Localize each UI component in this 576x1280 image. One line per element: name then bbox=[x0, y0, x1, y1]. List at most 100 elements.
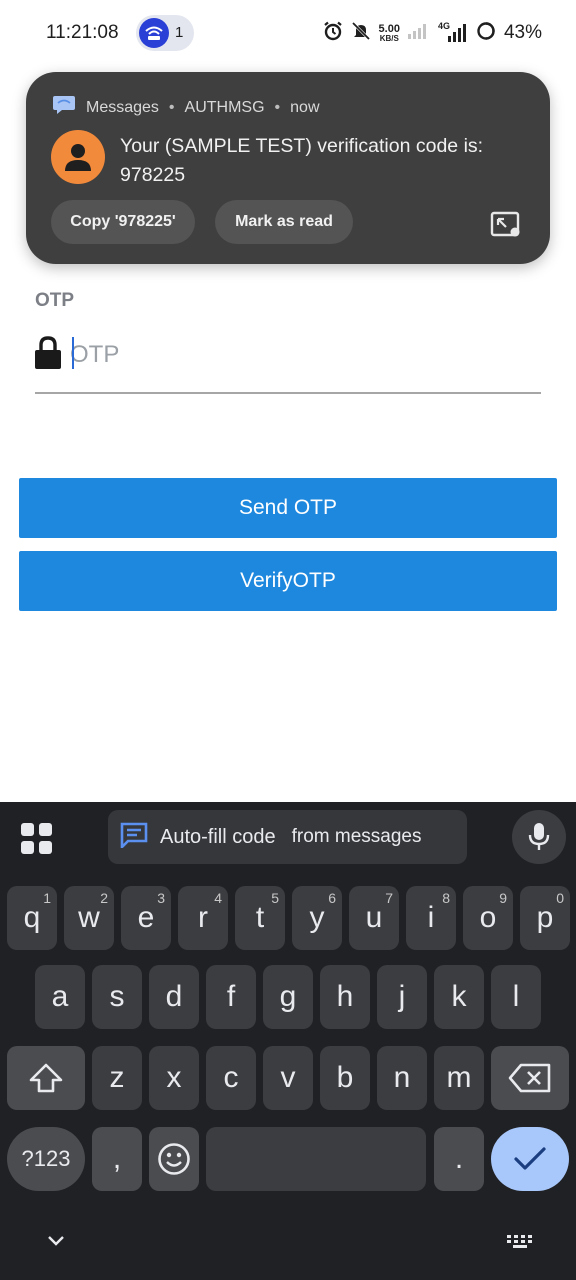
alarm-icon bbox=[323, 21, 343, 46]
key-hint: 7 bbox=[385, 890, 393, 906]
autofill-suggestion[interactable]: Auto-fill code from messages bbox=[108, 810, 467, 864]
hotspot-indicator[interactable]: 1 bbox=[136, 15, 194, 51]
key-label: i bbox=[427, 901, 435, 934]
status-clock: 11:21:08 bbox=[46, 22, 119, 43]
key-hint: 0 bbox=[556, 890, 564, 906]
key-label: t bbox=[255, 901, 265, 934]
separator-dot: • bbox=[274, 98, 281, 116]
network-speed: 5.00 KB/S bbox=[378, 22, 400, 43]
key-label: w bbox=[78, 901, 100, 934]
key[interactable]: x bbox=[149, 1046, 199, 1110]
backspace-icon bbox=[508, 1063, 551, 1093]
key-hint: 9 bbox=[499, 890, 507, 906]
key[interactable]: q1 bbox=[7, 886, 57, 950]
status-icons: 5.00 KB/S 4G 43% bbox=[323, 20, 542, 46]
symbols-key[interactable]: ?123 bbox=[7, 1127, 85, 1191]
key[interactable]: u7 bbox=[349, 886, 399, 950]
message-icon bbox=[120, 822, 148, 853]
key[interactable]: k bbox=[434, 965, 484, 1029]
lock-icon bbox=[34, 336, 62, 370]
space-key[interactable] bbox=[206, 1127, 426, 1191]
key[interactable]: b bbox=[320, 1046, 370, 1110]
battery-percent: 43% bbox=[503, 22, 542, 43]
text-cursor bbox=[72, 337, 74, 369]
apps-grid-icon[interactable] bbox=[20, 822, 54, 856]
checkmark-icon bbox=[514, 1147, 546, 1170]
sms-notification[interactable]: Messages • AUTHMSG • now Your (SAMPLE TE… bbox=[26, 72, 550, 264]
otp-input[interactable] bbox=[70, 332, 540, 378]
key-label: q bbox=[23, 901, 41, 934]
key[interactable]: y6 bbox=[292, 886, 342, 950]
key-label: o bbox=[479, 901, 497, 934]
key-hint: 2 bbox=[100, 890, 108, 906]
key[interactable]: d bbox=[149, 965, 199, 1029]
key[interactable]: w2 bbox=[64, 886, 114, 950]
keyboard: Auto-fill code from messages q1 w2 e3 r4… bbox=[0, 802, 576, 1280]
key[interactable]: n bbox=[377, 1046, 427, 1110]
hide-keyboard-icon[interactable] bbox=[46, 1234, 66, 1248]
status-bar: 11:21:08 1 5.00 KB/S 4G 43% bbox=[0, 0, 576, 66]
notification-app-name: Messages bbox=[86, 98, 159, 116]
key[interactable]: p0 bbox=[520, 886, 570, 950]
mic-icon[interactable] bbox=[512, 810, 566, 864]
key[interactable]: c bbox=[206, 1046, 256, 1110]
mute-icon bbox=[351, 21, 371, 46]
shift-icon bbox=[29, 1063, 63, 1093]
signal-4g-icon: 4G bbox=[438, 21, 468, 43]
key-label: u bbox=[365, 901, 383, 934]
sender-avatar bbox=[51, 130, 105, 184]
key-hint: 5 bbox=[271, 890, 279, 906]
key[interactable]: g bbox=[263, 965, 313, 1029]
key[interactable]: j bbox=[377, 965, 427, 1029]
key-hint: 8 bbox=[442, 890, 450, 906]
expand-icon[interactable] bbox=[490, 210, 522, 240]
key[interactable]: o9 bbox=[463, 886, 513, 950]
key[interactable]: l bbox=[491, 965, 541, 1029]
key[interactable]: i8 bbox=[406, 886, 456, 950]
speed-value: 5.00 bbox=[378, 22, 400, 35]
notification-body: Your (SAMPLE TEST) verification code is:… bbox=[120, 135, 484, 186]
otp-label: OTP bbox=[35, 290, 75, 311]
messages-app-icon bbox=[52, 94, 76, 121]
mark-as-read-button[interactable]: Mark as read bbox=[215, 200, 353, 244]
battery-icon bbox=[476, 21, 496, 46]
signal-weak-icon bbox=[407, 23, 430, 44]
send-otp-button[interactable]: Send OTP bbox=[19, 478, 557, 538]
separator-dot: • bbox=[168, 98, 175, 116]
emoji-key[interactable] bbox=[149, 1127, 199, 1191]
key-label: e bbox=[137, 901, 155, 934]
key[interactable]: f bbox=[206, 965, 256, 1029]
copy-code-button[interactable]: Copy '978225' bbox=[51, 200, 195, 244]
key-hint: 4 bbox=[214, 890, 222, 906]
hotspot-count: 1 bbox=[175, 24, 184, 41]
key[interactable]: z bbox=[92, 1046, 142, 1110]
verify-otp-button[interactable]: VerifyOTP bbox=[19, 551, 557, 611]
key[interactable]: s bbox=[92, 965, 142, 1029]
key-label: r bbox=[198, 901, 208, 934]
key[interactable]: t5 bbox=[235, 886, 285, 950]
speed-unit: KB/S bbox=[379, 33, 399, 43]
key-label: p bbox=[536, 901, 554, 934]
key[interactable]: a bbox=[35, 965, 85, 1029]
enter-key[interactable] bbox=[491, 1127, 569, 1191]
autofill-label: Auto-fill code bbox=[160, 825, 276, 848]
emoji-icon bbox=[158, 1143, 190, 1175]
key[interactable]: v bbox=[263, 1046, 313, 1110]
comma-key[interactable]: , bbox=[92, 1127, 142, 1191]
period-key[interactable]: . bbox=[434, 1127, 484, 1191]
key[interactable]: m bbox=[434, 1046, 484, 1110]
key[interactable]: e3 bbox=[121, 886, 171, 950]
autofill-source: from messages bbox=[291, 826, 422, 847]
key[interactable]: r4 bbox=[178, 886, 228, 950]
notification-time: now bbox=[290, 98, 320, 116]
otp-input-underline bbox=[35, 392, 541, 394]
key-hint: 6 bbox=[328, 890, 336, 906]
person-icon bbox=[65, 144, 91, 171]
notification-sender: AUTHMSG bbox=[184, 98, 265, 116]
keyboard-switch-icon[interactable] bbox=[506, 1234, 534, 1250]
hotspot-icon bbox=[139, 18, 169, 48]
key[interactable]: h bbox=[320, 965, 370, 1029]
key-hint: 3 bbox=[157, 890, 165, 906]
shift-key[interactable] bbox=[7, 1046, 85, 1110]
backspace-key[interactable] bbox=[491, 1046, 569, 1110]
